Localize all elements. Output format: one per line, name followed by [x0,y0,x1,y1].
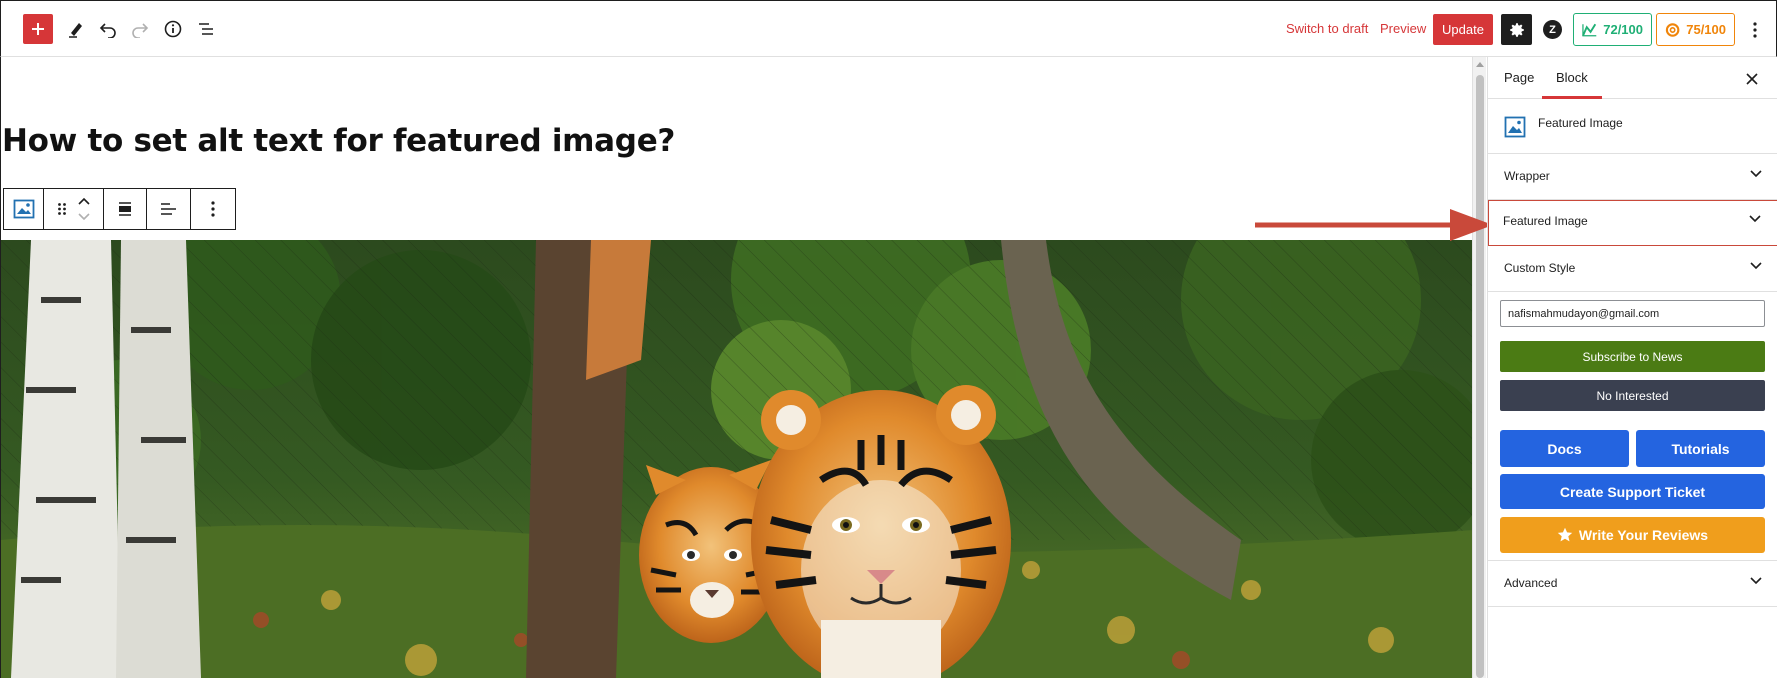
tiger-photo-image [1,240,1472,678]
redo-icon [132,23,149,38]
subscribe-button[interactable]: Subscribe to News [1500,341,1765,372]
gear-icon [1509,22,1524,37]
chevron-down-icon [1750,577,1762,585]
panel-custom-style[interactable]: Custom Style [1488,246,1777,292]
no-interested-button[interactable]: No Interested [1500,380,1765,411]
tutorials-button[interactable]: Tutorials [1636,430,1765,467]
block-card: Featured Image [1488,99,1777,154]
pen-icon [69,23,82,38]
align-button[interactable] [104,189,147,229]
tools-button[interactable] [61,14,91,44]
list-view-button[interactable] [191,14,221,44]
block-type-button[interactable] [4,189,44,229]
star-icon [1557,527,1573,542]
featured-image-block-icon [1504,116,1526,143]
write-reviews-button[interactable]: Write Your Reviews [1500,517,1765,553]
update-button[interactable]: Update [1433,14,1493,45]
chevron-down-icon [1749,215,1761,223]
more-options-icon [211,201,215,217]
write-reviews-label: Write Your Reviews [1578,527,1709,543]
align-left-icon [160,203,176,215]
seo-score-badge[interactable]: 72/100 [1573,13,1652,46]
drag-handle-icon[interactable] [57,202,67,216]
editor-canvas: How to set alt text for featured image? [0,57,1472,678]
add-block-button[interactable] [23,14,53,44]
readability-score-value: 75/100 [1686,22,1726,37]
readability-gear-icon [1665,22,1680,37]
image-icon [13,199,34,219]
scroll-up-arrow-icon[interactable] [1476,62,1484,67]
chevron-down-icon [1750,170,1762,178]
close-icon [1746,73,1758,85]
featured-image[interactable] [1,240,1472,678]
text-align-button[interactable] [147,189,191,229]
panel-advanced[interactable]: Advanced [1488,561,1777,607]
info-icon [164,20,182,38]
annotation-arrow-icon [1255,209,1493,241]
plugin-logo-icon[interactable]: Z [1543,20,1562,39]
panel-wrapper-label: Wrapper [1504,169,1550,183]
more-options-button[interactable] [191,189,235,229]
panel-advanced-label: Advanced [1504,576,1558,590]
post-title[interactable]: How to set alt text for featured image? [2,123,675,159]
settings-button[interactable] [1501,14,1532,45]
align-center-icon [119,202,131,216]
undo-icon [99,23,116,38]
details-button[interactable] [158,14,188,44]
create-support-ticket-button[interactable]: Create Support Ticket [1500,474,1765,509]
chevron-down-icon [1750,262,1762,270]
sidebar-tabs: Page Block [1488,57,1777,99]
preview-link[interactable]: Preview [1380,21,1426,36]
tab-page[interactable]: Page [1504,70,1534,85]
newsletter-email-field[interactable] [1500,300,1765,327]
editor-top-toolbar: Switch to draft Preview Update Z 72/100 … [0,0,1777,57]
list-view-icon [199,23,213,35]
options-menu-button[interactable] [1745,19,1765,41]
kebab-icon [1753,22,1757,38]
block-toolbar [3,188,236,230]
seo-score-value: 72/100 [1603,22,1643,37]
scroll-thumb[interactable] [1476,75,1484,678]
move-controls [44,189,104,229]
readability-score-badge[interactable]: 75/100 [1656,13,1735,46]
canvas-scrollbar[interactable] [1472,57,1486,678]
panel-featured-image[interactable]: Featured Image [1488,200,1777,246]
block-card-title: Featured Image [1538,116,1623,130]
seo-chart-icon [1582,23,1597,36]
switch-to-draft-link[interactable]: Switch to draft [1286,21,1368,36]
tab-block[interactable]: Block [1556,70,1588,85]
close-sidebar-button[interactable] [1746,69,1758,90]
plus-icon [32,23,44,35]
move-up-down-icon[interactable] [77,196,91,222]
panel-wrapper[interactable]: Wrapper [1488,154,1777,200]
panel-custom-style-label: Custom Style [1504,261,1576,275]
panel-featured-image-label: Featured Image [1503,214,1588,228]
docs-button[interactable]: Docs [1500,430,1629,467]
redo-button[interactable] [125,14,155,44]
settings-sidebar: Page Block Featured Image Wrapper Featur… [1487,57,1777,678]
undo-button[interactable] [93,14,123,44]
